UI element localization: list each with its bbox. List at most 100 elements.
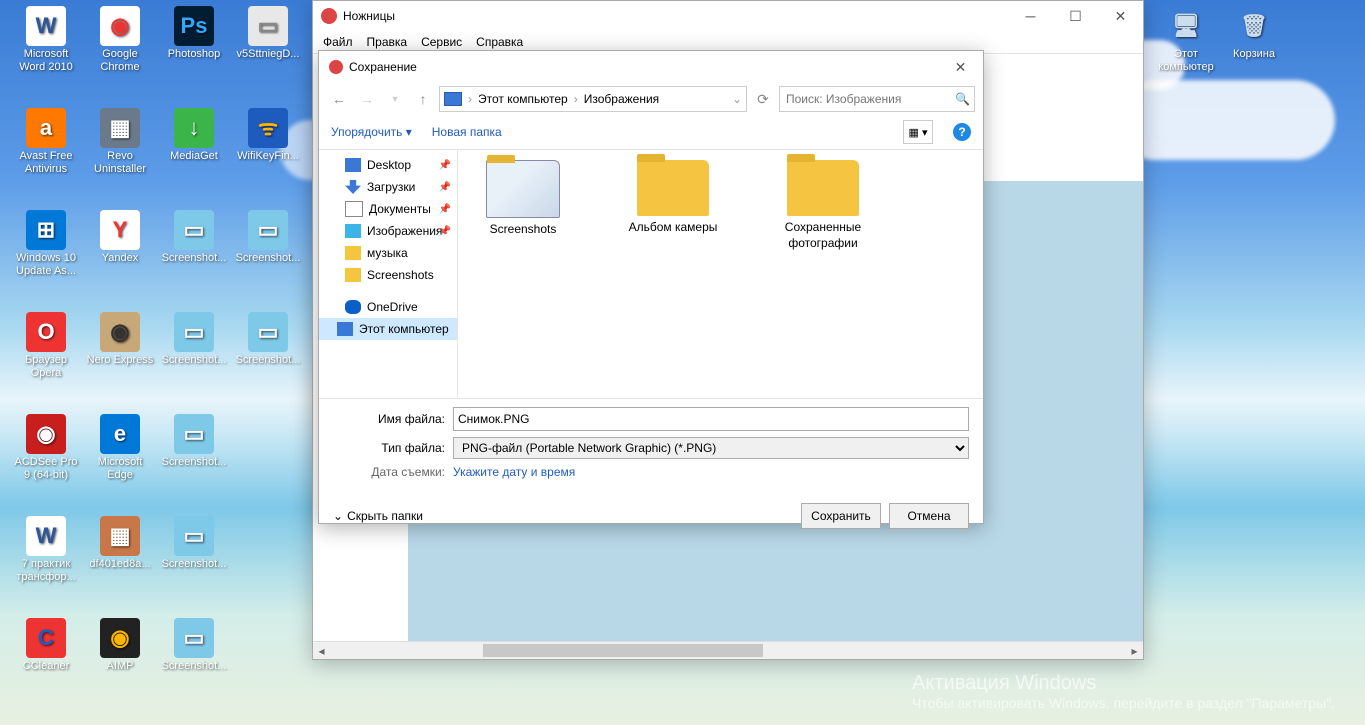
tree-node[interactable]: Загрузки📌 <box>319 176 457 198</box>
icon-label: MediaGet <box>158 150 230 163</box>
tree-node[interactable]: Desktop📌 <box>319 154 457 176</box>
minimize-button[interactable]: ─ <box>1008 1 1053 31</box>
tree-node[interactable]: Документы📌 <box>319 198 457 220</box>
cancel-button[interactable]: Отмена <box>889 503 969 529</box>
app-icon: 🖥 <box>1166 6 1206 46</box>
app-icon: ◉ <box>26 414 66 454</box>
app-icon: O <box>26 312 66 352</box>
icon-label: Screenshot... <box>232 252 304 265</box>
folder-tree[interactable]: Desktop📌Загрузки📌Документы📌Изображения📌м… <box>319 150 458 398</box>
desktop-icon[interactable]: 🗑Корзина <box>1218 6 1290 61</box>
chevron-down-icon[interactable]: ⌄ <box>732 92 742 106</box>
desktop-icon[interactable]: ◉ACDSee Pro 9 (64-bit) <box>10 414 82 482</box>
close-button[interactable]: ✕ <box>1098 1 1143 31</box>
pin-icon: 📌 <box>439 182 451 193</box>
chevron-right-icon: › <box>574 92 578 106</box>
desktop-icon[interactable]: 🖥Этот компьютер <box>1150 6 1222 74</box>
tree-node[interactable]: музыка <box>319 242 457 264</box>
menu-file[interactable]: Файл <box>323 35 353 49</box>
desktop-icon[interactable]: ▭Screenshot... <box>158 516 230 571</box>
nav-back-button[interactable]: ← <box>327 87 351 111</box>
maximize-button[interactable]: ☐ <box>1053 1 1098 31</box>
desktop-icon[interactable]: aAvast Free Antivirus <box>10 108 82 176</box>
desktop-icon[interactable]: eMicrosoft Edge <box>84 414 156 482</box>
folder-item[interactable]: Screenshots <box>468 160 578 238</box>
tree-node[interactable]: Этот компьютер <box>319 318 457 340</box>
folder-item[interactable]: Альбом камеры <box>618 160 728 236</box>
help-button[interactable]: ? <box>953 123 971 141</box>
desktop-icon[interactable]: ▭Screenshot... <box>158 210 230 265</box>
filename-input[interactable] <box>453 407 969 431</box>
chevron-down-icon: ⌄ <box>333 509 343 523</box>
desktop: WMicrosoft Word 2010◉Google ChromePsPhot… <box>0 0 1365 725</box>
desktop-icon[interactable]: PsPhotoshop <box>158 6 230 61</box>
scissors-icon <box>321 8 337 24</box>
desktop-icon[interactable]: YYandex <box>84 210 156 265</box>
hide-folders-toggle[interactable]: ⌄ Скрыть папки <box>333 509 423 523</box>
desktop-icon[interactable]: ▭Screenshot... <box>232 210 304 265</box>
new-folder-button[interactable]: Новая папка <box>432 125 502 139</box>
save-close-button[interactable]: ✕ <box>938 52 983 82</box>
icon-label: Nero Express <box>84 354 156 367</box>
desktop-icon[interactable]: WMicrosoft Word 2010 <box>10 6 82 74</box>
app-icon: ◉ <box>100 618 140 658</box>
file-list[interactable]: Screenshots Альбом камеры Сохраненные фото… <box>458 150 983 398</box>
desktop-icon[interactable]: W7 практик трансфор... <box>10 516 82 584</box>
save-titlebar[interactable]: Сохранение ✕ <box>319 51 983 83</box>
desktop-icon[interactable]: ◉AIMP <box>84 618 156 673</box>
icon-label: Screenshot... <box>158 558 230 571</box>
desktop-icon[interactable]: ᯤWifiKeyFin... <box>232 108 304 163</box>
folder-label: Screenshots <box>468 222 578 238</box>
desktop-icon[interactable]: CCCleaner <box>10 618 82 673</box>
refresh-button[interactable]: ⟳ <box>751 87 775 111</box>
search-input[interactable] <box>784 91 955 107</box>
desktop-icon[interactable]: ▭Screenshot... <box>158 414 230 469</box>
view-mode-button[interactable]: ▦ ▾ <box>903 120 933 144</box>
tree-node[interactable]: OneDrive <box>319 296 457 318</box>
scroll-left-arrow[interactable]: ◂ <box>313 642 330 659</box>
tree-node[interactable]: Screenshots <box>319 264 457 286</box>
breadcrumb-root[interactable]: Этот компьютер <box>478 92 568 106</box>
folder-icon <box>486 160 560 218</box>
desktop-icon[interactable]: ▭Screenshot... <box>158 618 230 673</box>
search-box[interactable]: 🔍 <box>779 86 975 112</box>
desktop-icon[interactable]: ◉Nero Express <box>84 312 156 367</box>
icon-label: CCleaner <box>10 660 82 673</box>
breadcrumb-current[interactable]: Изображения <box>584 92 659 106</box>
save-body: Desktop📌Загрузки📌Документы📌Изображения📌м… <box>319 150 983 399</box>
organize-button[interactable]: Упорядочить ▾ <box>331 125 412 139</box>
save-button[interactable]: Сохранить <box>801 503 881 529</box>
app-icon: ↓ <box>174 108 214 148</box>
folder-icon <box>345 300 361 314</box>
date-link[interactable]: Укажите дату и время <box>453 465 575 479</box>
filetype-select[interactable]: PNG-файл (Portable Network Graphic) (*.P… <box>453 437 969 459</box>
nav-recent-button[interactable]: ▾ <box>383 87 407 111</box>
tree-label: Этот компьютер <box>359 322 449 336</box>
desktop-icon[interactable]: ◉Google Chrome <box>84 6 156 74</box>
menu-help[interactable]: Справка <box>476 35 523 49</box>
folder-icon <box>345 158 361 172</box>
address-bar[interactable]: › Этот компьютер › Изображения ⌄ <box>439 86 747 112</box>
desktop-icon[interactable]: ▦df401ed8a... <box>84 516 156 571</box>
nav-forward-button[interactable]: → <box>355 87 379 111</box>
icon-label: Screenshot... <box>158 252 230 265</box>
desktop-icon[interactable]: ▭v5SttniegD... <box>232 6 304 61</box>
desktop-icon[interactable]: ▦Revo Uninstaller <box>84 108 156 176</box>
app-icon: ▭ <box>174 618 214 658</box>
desktop-icon[interactable]: ▭Screenshot... <box>232 312 304 367</box>
scroll-right-arrow[interactable]: ▸ <box>1126 642 1143 659</box>
watermark-sub: Чтобы активировать Windows, перейдите в … <box>912 695 1335 711</box>
horizontal-scrollbar[interactable]: ◂ ▸ <box>313 641 1143 659</box>
desktop-icon[interactable]: ↓ MediaGet <box>158 108 230 163</box>
tree-node[interactable]: Изображения📌 <box>319 220 457 242</box>
menu-edit[interactable]: Правка <box>367 35 408 49</box>
nav-up-button[interactable]: ↑ <box>411 87 435 111</box>
desktop-icon[interactable]: OБраузер Opera <box>10 312 82 380</box>
search-icon[interactable]: 🔍 <box>955 92 970 106</box>
scroll-thumb[interactable] <box>483 644 763 657</box>
snip-titlebar[interactable]: Ножницы ─ ☐ ✕ <box>313 1 1143 31</box>
desktop-icon[interactable]: ▭Screenshot... <box>158 312 230 367</box>
desktop-icon[interactable]: ⊞Windows 10 Update As... <box>10 210 82 278</box>
folder-item[interactable]: Сохраненные фотографии <box>768 160 878 251</box>
menu-tools[interactable]: Сервис <box>421 35 462 49</box>
